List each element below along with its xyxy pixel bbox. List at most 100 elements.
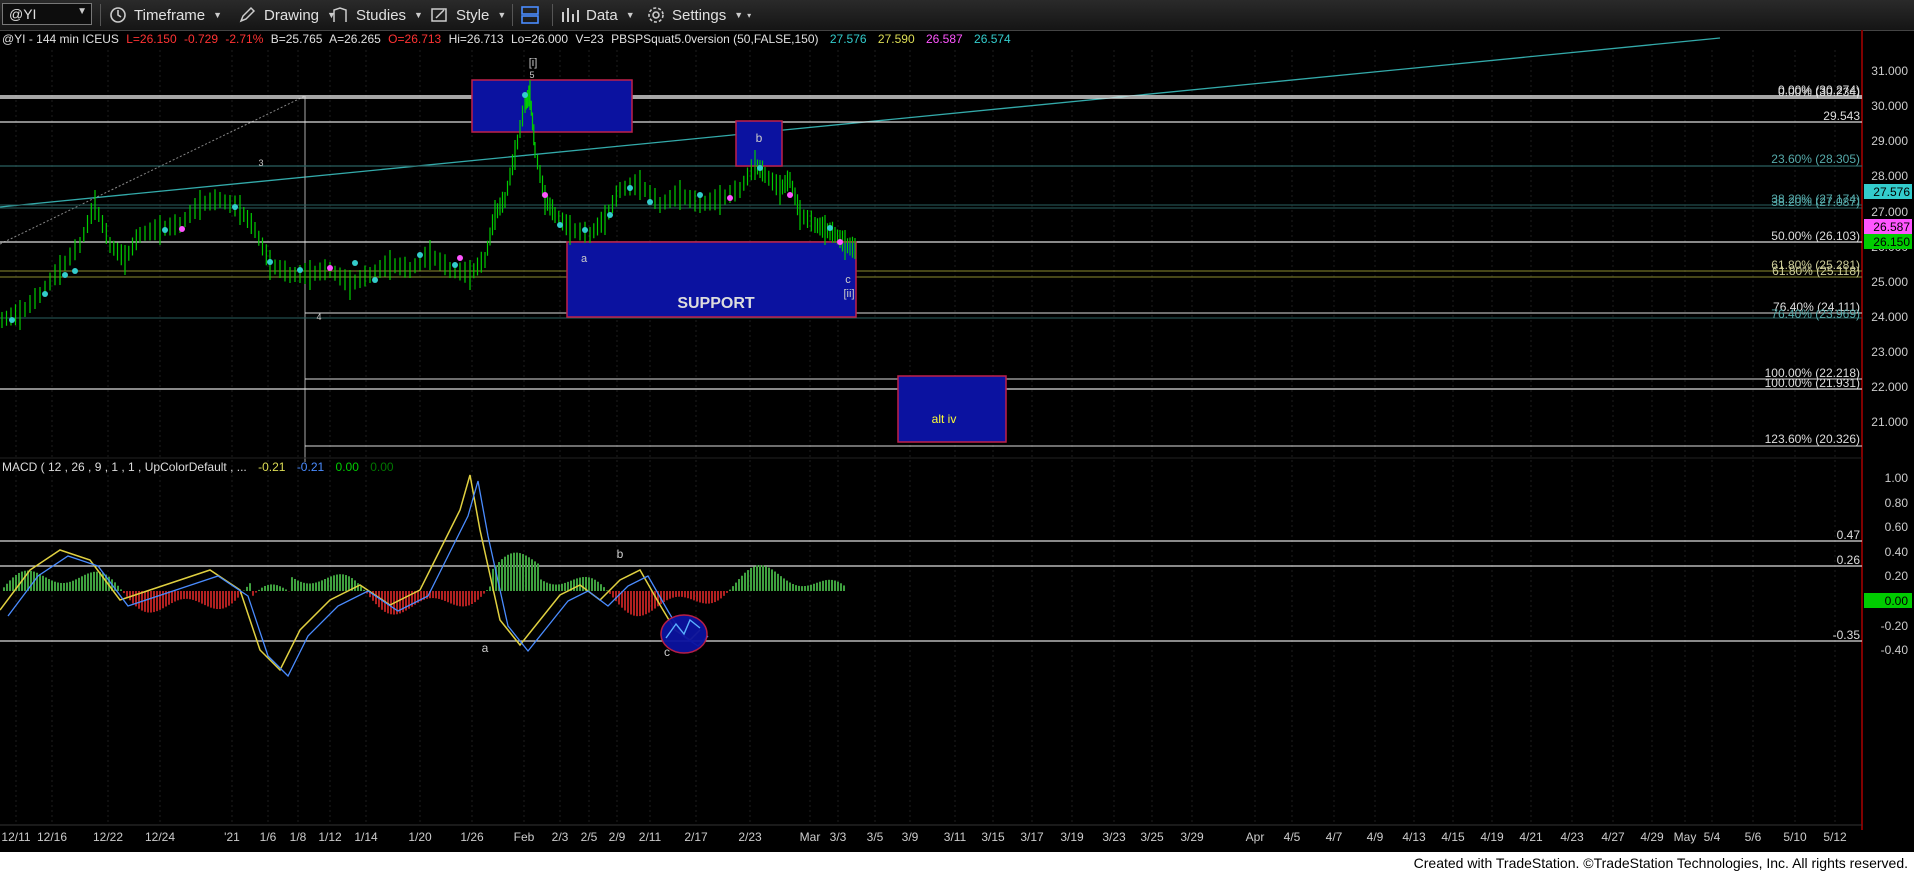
histogram-bar [93, 571, 95, 591]
histogram-bar [123, 591, 125, 594]
time-tick: Apr [1246, 830, 1265, 844]
histogram-bar [762, 565, 764, 591]
histogram-bar [321, 580, 323, 591]
histogram-bar [462, 591, 464, 607]
price-badge-label: 26.150 [1873, 235, 1910, 249]
histogram-bar [441, 591, 443, 600]
macd-badge-label: 0.00 [1885, 594, 1909, 608]
histogram-bar [246, 586, 248, 591]
histogram-bar [807, 585, 809, 591]
time-axis[interactable]: 12/11 12/16 12/22 12/24 '21 1/6 1/8 1/12 1/14 1/2… [1, 830, 1847, 844]
drawing-menu[interactable]: Drawing ▼ [238, 4, 336, 26]
study-value-4: 26.574 [974, 32, 1011, 46]
data-menu[interactable]: Data ▼ [560, 4, 635, 26]
histogram-bar [87, 573, 89, 591]
macd-axis[interactable]: 1.00 0.80 0.60 0.40 0.20 -0.20 -0.40 0.0… [1864, 471, 1912, 657]
study-value-2: 27.590 [878, 32, 915, 46]
histogram-bar [210, 591, 212, 608]
studies-menu[interactable]: Studies ▼ [330, 4, 423, 26]
histogram-bar [606, 590, 608, 591]
chart-area[interactable]: @YI - 144 min ICEUS L=26.150 -0.729 -2.7… [0, 30, 1914, 852]
histogram-bar [576, 578, 578, 591]
histogram-bar [330, 576, 332, 591]
histogram-bar [264, 585, 266, 591]
time-tick: 5/10 [1783, 830, 1807, 844]
symbol-input[interactable]: @YI ▼ [2, 3, 92, 25]
histogram-bar [339, 574, 341, 591]
style-menu[interactable]: Style ▼ [430, 4, 506, 26]
header-text: @YI - 144 min ICEUS L=26.150 -0.729 -2.7… [2, 32, 1011, 46]
histogram-bar [144, 591, 146, 612]
histogram-bar [186, 591, 188, 599]
histogram-bar [645, 591, 647, 615]
histogram-bar [507, 554, 509, 591]
chevron-down-icon: ▼ [77, 6, 87, 17]
histogram-bar [783, 578, 785, 591]
histogram-bar [624, 591, 626, 611]
time-tick: 4/13 [1402, 830, 1426, 844]
wave-i-label: [i] [529, 57, 538, 69]
histogram-bar [252, 591, 254, 596]
histogram-bar [618, 591, 620, 605]
histogram-bar [228, 591, 230, 606]
histogram-bar [150, 591, 152, 613]
histogram-bar [435, 591, 437, 599]
signal-dot [582, 227, 588, 233]
histogram-bar [828, 579, 830, 591]
histogram-bar [471, 591, 473, 605]
time-tick: Feb [514, 830, 535, 844]
last-price: L=26.150 [126, 32, 177, 46]
histogram-bar [765, 566, 767, 591]
time-tick: 3/17 [1020, 830, 1044, 844]
time-tick: 5/4 [1704, 830, 1721, 844]
histogram-bar [324, 578, 326, 591]
histogram-bar [294, 578, 296, 591]
alt-iv-box[interactable] [897, 375, 1007, 443]
time-tick: May [1674, 830, 1697, 844]
signal-dot [457, 255, 463, 261]
time-tick: 12/24 [145, 830, 175, 844]
price-badge-label: 27.576 [1873, 185, 1910, 199]
layout-button[interactable] [520, 4, 546, 26]
price-tick: 25.000 [1871, 275, 1908, 289]
time-tick: 3/11 [944, 830, 967, 844]
wave-i-box[interactable] [471, 79, 633, 133]
histogram-bar [291, 577, 293, 591]
histogram-bar [684, 591, 686, 598]
macd-tick: 0.80 [1885, 496, 1909, 510]
histogram-bar [843, 585, 845, 591]
histogram-bar [741, 575, 743, 591]
histogram-bar [42, 575, 44, 591]
histogram-bar [537, 563, 539, 591]
signal-dot [697, 192, 703, 198]
histogram-bar [234, 591, 236, 601]
histogram-bar [636, 591, 638, 617]
timeframe-menu[interactable]: Timeframe ▼ [108, 4, 222, 26]
histogram-bar [237, 591, 239, 598]
histogram-bar [63, 582, 65, 591]
time-tick: 5/12 [1823, 830, 1847, 844]
caret-down-icon: ▼ [414, 10, 423, 20]
histogram-bar [594, 579, 596, 591]
level-label: 29.543 [1823, 109, 1860, 123]
histogram-bar [453, 591, 455, 605]
study-value-1: 27.576 [830, 32, 867, 46]
histogram-bar [711, 591, 713, 604]
histogram-bar [648, 591, 650, 613]
histogram-bar [201, 591, 203, 604]
time-tick: 3/3 [830, 830, 847, 844]
histogram-bar [669, 591, 671, 599]
signal-dot [352, 260, 358, 266]
histogram-bar [447, 591, 449, 603]
histogram-bar [183, 591, 185, 599]
histogram-bar [546, 582, 548, 591]
histogram-bar [51, 580, 53, 591]
histogram-bar [459, 591, 461, 607]
histogram-bar [771, 569, 773, 591]
histogram-bar [342, 574, 344, 591]
histogram-bar [642, 591, 644, 616]
settings-menu[interactable]: Settings ▼ ▾ [646, 4, 751, 26]
price-tick: 28.000 [1871, 169, 1908, 183]
histogram-bar [306, 583, 308, 591]
signal-dot [607, 212, 613, 218]
